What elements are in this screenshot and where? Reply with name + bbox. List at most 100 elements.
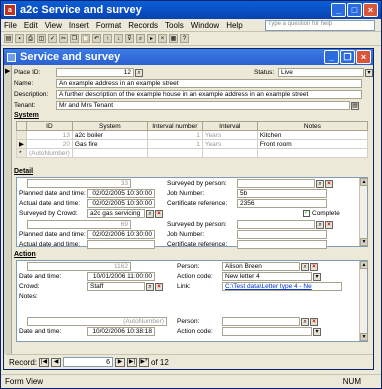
form-restore-button[interactable]: ❐ (340, 50, 355, 64)
planned-field[interactable]: 02/02/2005 10:30:00 (87, 189, 155, 198)
maximize-button[interactable]: □ (347, 3, 362, 17)
person-lookup-icon[interactable]: ⌕ (316, 179, 324, 188)
row-selector[interactable] (16, 130, 27, 140)
description-field[interactable]: A further description of the example hou… (56, 90, 362, 99)
system-col-id[interactable]: ID (26, 121, 73, 131)
menu-help[interactable]: Help (226, 21, 242, 30)
previous-record-button[interactable]: ◀ (51, 357, 62, 367)
scroll-up-icon[interactable]: ▲ (360, 261, 368, 269)
place-id-field[interactable]: 12 (56, 68, 134, 77)
sort-desc-icon[interactable]: ↓ (114, 34, 123, 43)
surveyed-by-field[interactable] (237, 179, 315, 188)
table-row[interactable]: 13 a2c boiler 1 Years Kitchen (16, 130, 369, 140)
complete-checkbox[interactable]: ✓ (303, 210, 310, 217)
form-minimize-button[interactable]: _ (324, 50, 339, 64)
system-col-notes[interactable]: Notes (256, 121, 369, 131)
menu-insert[interactable]: Insert (69, 21, 89, 30)
system-col-interval-number[interactable]: Interval number (146, 121, 203, 131)
system-name-cell[interactable]: Gas fire (71, 139, 148, 149)
spelling-icon[interactable]: ✓ (48, 34, 57, 43)
status-dropdown-icon[interactable]: ▾ (365, 68, 373, 77)
find-icon[interactable]: ⌕ (136, 34, 145, 43)
place-lookup-icon[interactable]: ⌕ (135, 68, 143, 77)
menu-edit[interactable]: Edit (24, 21, 38, 30)
system-col-system[interactable]: System (71, 121, 148, 131)
copy-icon[interactable]: ❐ (70, 34, 79, 43)
crowd-field[interactable]: a2c gas servicing (87, 209, 145, 218)
person-lookup-icon[interactable]: ⌕ (316, 220, 324, 229)
person-lookup-icon[interactable]: ⌕ (301, 317, 309, 326)
view-icon[interactable]: ▤ (4, 34, 13, 43)
clear-crowd-icon[interactable]: × (155, 282, 163, 291)
menu-view[interactable]: View (45, 21, 62, 30)
clear-person-icon[interactable]: × (310, 262, 318, 271)
database-window-icon[interactable]: ▦ (169, 34, 178, 43)
notes-cell[interactable]: Kitchen (256, 130, 369, 140)
person-field[interactable]: Alison Breen (222, 262, 300, 271)
tenant-field[interactable]: Mr and Mrs Tenant (56, 101, 350, 110)
paste-icon[interactable]: 📋 (81, 34, 90, 43)
crowd-field[interactable]: Staff (87, 282, 145, 291)
clear-person-icon[interactable]: × (325, 220, 333, 229)
current-record-input[interactable]: 6 (63, 357, 114, 367)
date-field[interactable]: 10/02/2006 10:38:18 (87, 327, 155, 336)
action-code-select[interactable] (222, 327, 312, 336)
undo-icon[interactable]: ↶ (92, 34, 101, 43)
action-code-dropdown-icon[interactable]: ▾ (313, 327, 321, 336)
menu-tools[interactable]: Tools (165, 21, 184, 30)
filter-icon[interactable]: ⊽ (125, 34, 134, 43)
action-code-select[interactable]: New letter 4 (222, 272, 312, 281)
status-select[interactable]: Live (278, 68, 364, 77)
first-record-button[interactable]: |◀ (39, 357, 50, 367)
system-name-cell[interactable]: a2c boiler (71, 130, 148, 140)
person-field[interactable] (222, 317, 300, 326)
person-lookup-icon[interactable]: ⌕ (301, 262, 309, 271)
cert-field[interactable] (237, 240, 327, 249)
preview-icon[interactable]: ◫ (37, 34, 46, 43)
menu-format[interactable]: Format (96, 21, 121, 30)
job-field[interactable] (237, 230, 327, 239)
cut-icon[interactable]: ✂ (59, 34, 68, 43)
new-record-button[interactable]: ▶* (139, 357, 150, 367)
date-field[interactable]: 10/01/2006 11:00:00 (87, 272, 155, 281)
surveyed-by-field[interactable] (237, 220, 315, 229)
menu-window[interactable]: Window (191, 21, 219, 30)
crowd-lookup-icon[interactable]: ⌕ (146, 282, 154, 291)
planned-field[interactable]: 02/02/2006 10:30:00 (87, 230, 155, 239)
new-row-selector[interactable]: * (16, 148, 27, 158)
minimize-button[interactable]: _ (331, 3, 346, 17)
actual-field[interactable] (87, 240, 155, 249)
system-col-interval[interactable]: Interval (201, 121, 258, 131)
sort-asc-icon[interactable]: ↑ (103, 34, 112, 43)
link-field[interactable]: C:\Test data\Letter type 4 - Ne (222, 282, 342, 291)
notes-cell[interactable]: Front room (256, 139, 369, 149)
current-row-selector[interactable]: ▶ (16, 139, 27, 149)
action-code-dropdown-icon[interactable]: ▾ (313, 272, 321, 281)
actual-field[interactable]: 02/02/2005 10:30:00 (87, 199, 155, 208)
clear-person-icon[interactable]: × (310, 317, 318, 326)
delete-record-icon[interactable]: × (158, 34, 167, 43)
form-close-button[interactable]: × (356, 50, 371, 64)
help-search-input[interactable]: Type a question for help (265, 20, 375, 31)
system-header-selector[interactable] (16, 121, 27, 131)
last-record-button[interactable]: ▶| (127, 357, 138, 367)
next-record-button[interactable]: ▶ (115, 357, 126, 367)
record-selector[interactable]: ▶ (4, 65, 12, 354)
name-field[interactable]: An example address in an example street (56, 79, 362, 88)
scroll-down-icon[interactable]: ▼ (360, 238, 368, 246)
job-field[interactable]: 5b (237, 189, 327, 198)
close-button[interactable]: × (363, 3, 378, 17)
action-scrollbar[interactable]: ▲ ▼ (359, 261, 368, 341)
clear-person-icon[interactable]: × (325, 179, 333, 188)
detail-scrollbar[interactable]: ▲ ▼ (359, 178, 368, 246)
new-record-icon[interactable]: ▸ (147, 34, 156, 43)
scroll-up-icon[interactable]: ▲ (360, 178, 368, 186)
cert-field[interactable]: 2356 (237, 199, 327, 208)
tenant-lookup-icon[interactable]: ▤ (351, 101, 359, 110)
menu-records[interactable]: Records (128, 21, 158, 30)
scroll-down-icon[interactable]: ▼ (360, 333, 368, 341)
help-icon[interactable]: ? (180, 34, 189, 43)
save-icon[interactable]: ▪ (15, 34, 24, 43)
crowd-lookup-icon[interactable]: ⌕ (146, 209, 154, 218)
table-row[interactable]: ▶ 20 Gas fire 1 Years Front room (16, 139, 369, 149)
